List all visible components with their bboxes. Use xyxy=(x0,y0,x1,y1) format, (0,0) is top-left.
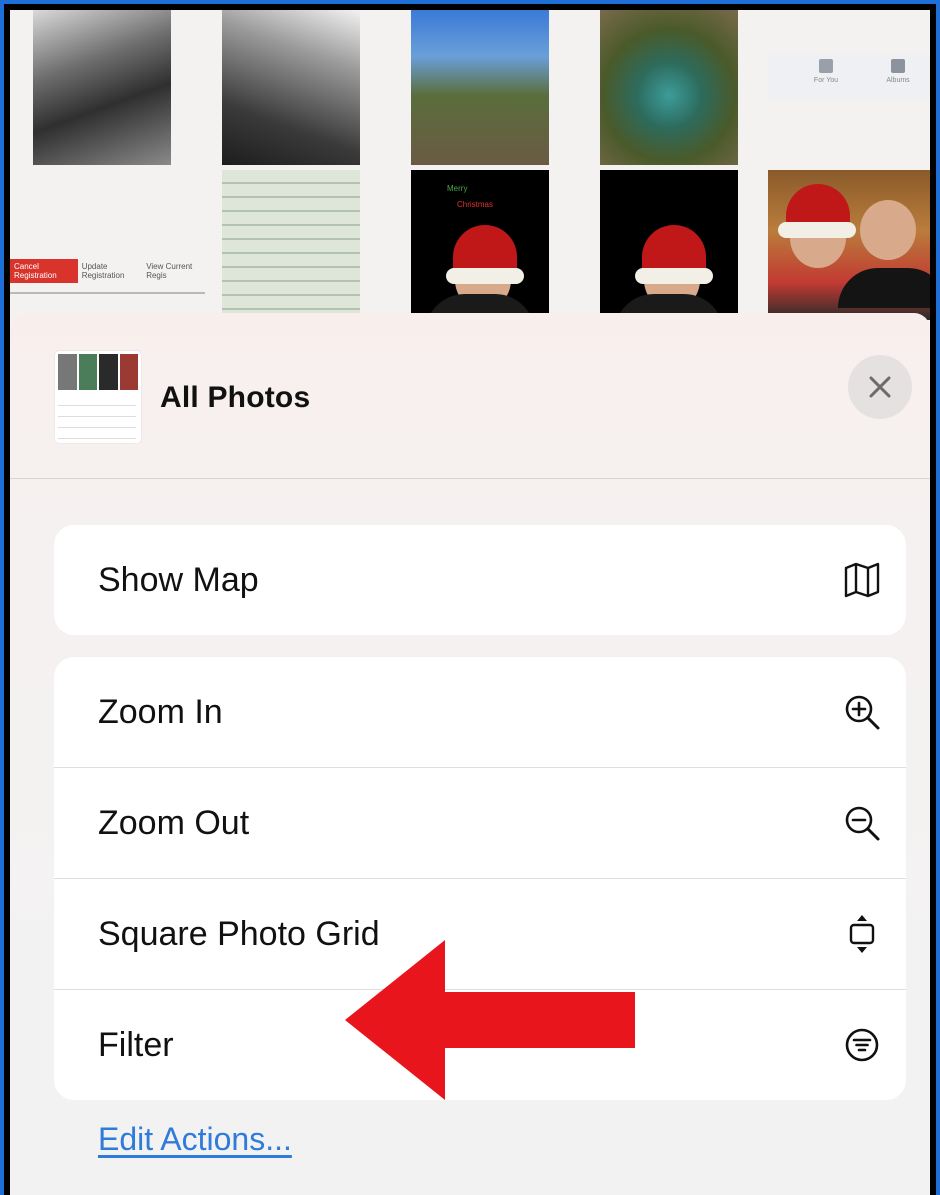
photo-thumbnail[interactable] xyxy=(600,10,738,165)
menu-item-label: Filter xyxy=(98,1025,174,1064)
photo-thumbnail[interactable] xyxy=(768,170,930,320)
update-registration-button[interactable]: Update Registration xyxy=(82,262,142,280)
tab-albums[interactable]: Albums xyxy=(878,59,918,84)
menu-item-label: Square Photo Grid xyxy=(98,914,380,953)
cancel-registration-button[interactable]: Cancel Registration xyxy=(10,259,78,283)
photo-thumbnail[interactable] xyxy=(411,10,549,165)
menu-item-label: Show Map xyxy=(98,560,259,599)
menu-item-label: Zoom Out xyxy=(98,803,250,842)
tab-label: Albums xyxy=(886,77,910,84)
annotation-arrow-icon xyxy=(345,940,635,1100)
photo-thumbnail[interactable]: Merry Christmas xyxy=(411,170,549,320)
zoom-in-item[interactable]: Zoom In xyxy=(54,657,906,767)
edit-actions-link[interactable]: Edit Actions... xyxy=(98,1121,292,1158)
menu-item-label: Zoom In xyxy=(98,692,223,731)
aspect-toggle-icon xyxy=(849,915,875,953)
divider xyxy=(10,292,205,294)
menu-group: Show Map xyxy=(54,525,906,635)
map-icon xyxy=(844,562,880,598)
photo-thumbnail[interactable] xyxy=(600,170,738,320)
photo-grid-background: Merry Christmas Cancel Registration Upda… xyxy=(10,10,930,350)
photo-thumbnail[interactable] xyxy=(222,10,360,165)
zoom-in-icon xyxy=(845,695,880,730)
photo-thumbnail[interactable] xyxy=(33,10,171,165)
zoom-out-icon xyxy=(845,806,880,841)
for-you-icon xyxy=(819,59,833,73)
close-icon xyxy=(869,376,891,398)
album-thumbnail xyxy=(55,351,141,443)
sheet-title: All Photos xyxy=(160,381,311,414)
tab-bar: For You Albums xyxy=(768,55,930,99)
view-registration-button[interactable]: View Current Regis xyxy=(146,262,205,280)
card-text: Merry xyxy=(447,184,468,193)
tab-for-you[interactable]: For You xyxy=(806,59,846,84)
zoom-out-item[interactable]: Zoom Out xyxy=(54,767,906,878)
sheet-header: All Photos xyxy=(10,313,930,479)
screenshot-frame: Merry Christmas Cancel Registration Upda… xyxy=(4,4,936,1195)
close-button[interactable] xyxy=(848,355,912,419)
tab-label: For You xyxy=(813,77,839,84)
registration-buttons: Cancel Registration Update Registration … xyxy=(10,259,205,283)
card-text: Christmas xyxy=(457,200,494,209)
show-map-item[interactable]: Show Map xyxy=(54,525,906,635)
photo-thumbnail[interactable] xyxy=(222,170,360,320)
albums-icon xyxy=(891,59,905,73)
filter-icon xyxy=(845,1028,879,1062)
